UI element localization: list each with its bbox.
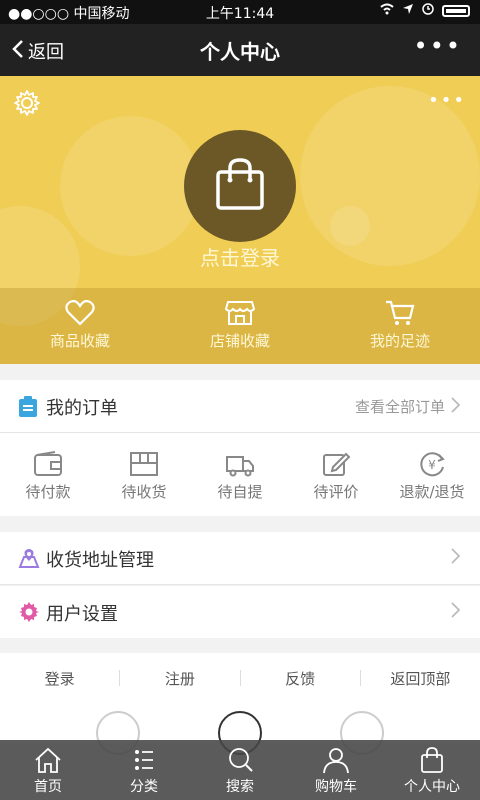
footer-link-feedback[interactable]: 反馈 [241, 668, 360, 689]
gear-icon[interactable] [12, 88, 42, 122]
quick-link-label: 商品收藏 [49, 332, 110, 350]
chevron-right-icon [451, 602, 461, 622]
platform-icons-row [0, 703, 480, 755]
store-icon [160, 300, 320, 326]
footer-link-register[interactable]: 注册 [120, 668, 239, 689]
home-icon [0, 746, 96, 774]
decor-bubble [60, 116, 200, 256]
wallet-icon [0, 451, 96, 477]
search-icon [192, 746, 288, 774]
decor-bubble [300, 86, 480, 266]
tab-bar: 首页 分类 搜索 购物车 个人中心 [0, 740, 480, 800]
footer-link-login[interactable]: 登录 [0, 668, 119, 689]
tab-label: 分类 [130, 779, 158, 795]
quick-links: 商品收藏 店铺收藏 我的足迹 [0, 288, 480, 364]
profile-header: ••• 点击登录 商品收藏 店铺收藏 我的足迹 [0, 76, 480, 364]
quick-link-label: 店铺收藏 [209, 332, 270, 350]
view-all-label: 查看全部订单 [354, 398, 445, 416]
order-status-label: 待评价 [313, 483, 359, 501]
order-status-label: 退款/退货 [399, 483, 465, 501]
back-label: 返回 [28, 42, 64, 63]
quick-link-stores[interactable]: 店铺收藏 [160, 288, 320, 364]
quick-link-label: 我的足迹 [369, 332, 430, 350]
list-icon [96, 746, 192, 774]
view-all-orders-link[interactable]: 查看全部订单 [354, 396, 461, 417]
tab-profile[interactable]: 个人中心 [384, 740, 480, 800]
clipboard-icon [18, 396, 38, 422]
address-label: 收货地址管理 [46, 550, 154, 571]
avatar[interactable] [184, 130, 296, 242]
order-status-to-review[interactable]: 待评价 [288, 433, 384, 516]
edit-icon [288, 451, 384, 477]
cart-icon [320, 300, 480, 326]
tab-label: 个人中心 [404, 779, 460, 795]
page-title: 个人中心 [200, 40, 280, 64]
tab-search[interactable]: 搜索 [192, 740, 288, 800]
heart-icon [0, 300, 160, 326]
order-status-label: 待收货 [121, 483, 167, 501]
location-icon [402, 3, 414, 19]
user-icon [288, 746, 384, 774]
truck-icon [192, 451, 288, 477]
header-more-button[interactable]: ••• [428, 90, 466, 111]
settings-gear-icon [18, 601, 40, 627]
tab-label: 搜索 [226, 779, 254, 795]
quick-link-history[interactable]: 我的足迹 [320, 288, 480, 364]
quick-link-favorites[interactable]: 商品收藏 [0, 288, 160, 364]
menu-row-settings[interactable]: 用户设置 [0, 586, 480, 638]
orders-header: 我的订单 查看全部订单 [0, 380, 480, 433]
orders-title: 我的订单 [46, 398, 118, 419]
back-button[interactable]: 返回 [12, 38, 64, 64]
tab-category[interactable]: 分类 [96, 740, 192, 800]
wifi-icon [380, 3, 394, 19]
chevron-left-icon [12, 39, 24, 64]
nav-bar: 返回 个人中心 ••• [0, 24, 480, 76]
alarm-icon [422, 3, 434, 19]
status-icons [380, 3, 470, 19]
bag-icon [384, 746, 480, 774]
shopping-bag-icon [214, 156, 266, 216]
svg-text:¥: ¥ [428, 458, 436, 472]
tab-cart[interactable]: 购物车 [288, 740, 384, 800]
tab-label: 购物车 [315, 779, 357, 795]
refund-icon: ¥ [384, 451, 480, 477]
tab-home[interactable]: 首页 [0, 740, 96, 800]
menu-row-address[interactable]: 收货地址管理 [0, 532, 480, 585]
more-button[interactable]: ••• [414, 32, 462, 60]
chevron-right-icon [451, 396, 461, 417]
order-status-to-receive[interactable]: 待收货 [96, 433, 192, 516]
package-icon [96, 451, 192, 477]
login-link[interactable]: 点击登录 [0, 242, 480, 271]
battery-icon [442, 5, 470, 17]
map-pin-icon [18, 547, 40, 573]
order-status-row: 待付款 待收货 待自提 待评价 ¥ 退款/退货 [0, 433, 480, 516]
status-bar: ●●○○○ 中国移动 上午11:44 [0, 0, 480, 24]
decor-bubble [330, 206, 370, 246]
tab-label: 首页 [34, 779, 62, 795]
order-status-pickup[interactable]: 待自提 [192, 433, 288, 516]
order-status-label: 待付款 [25, 483, 71, 501]
footer-links: 登录 注册 反馈 返回顶部 [0, 653, 480, 703]
settings-label: 用户设置 [46, 604, 118, 625]
order-status-refund[interactable]: ¥ 退款/退货 [384, 433, 480, 516]
chevron-right-icon [451, 548, 461, 568]
order-status-unpaid[interactable]: 待付款 [0, 433, 96, 516]
footer-link-back-to-top[interactable]: 返回顶部 [361, 668, 480, 689]
order-status-label: 待自提 [217, 483, 263, 501]
